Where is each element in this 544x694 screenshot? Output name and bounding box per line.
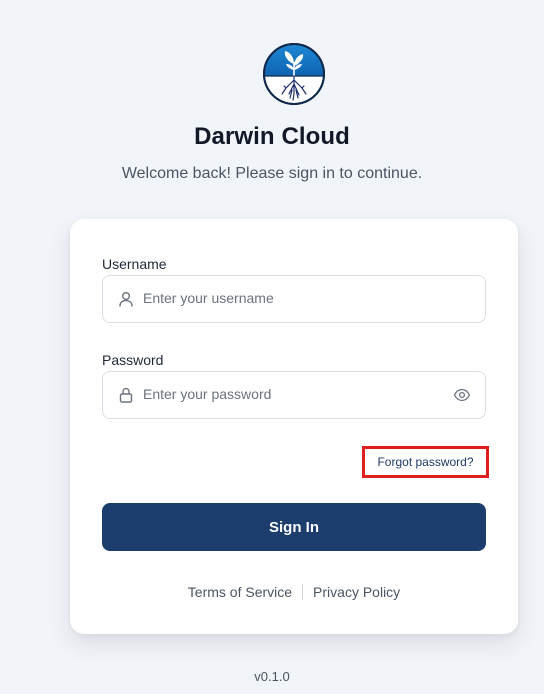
username-label: Username: [102, 256, 167, 272]
eye-icon[interactable]: [453, 387, 471, 403]
terms-of-service-link[interactable]: Terms of Service: [188, 584, 292, 600]
username-input[interactable]: [143, 276, 443, 320]
privacy-policy-link[interactable]: Privacy Policy: [313, 584, 400, 600]
user-icon: [119, 292, 133, 307]
welcome-subtitle: Welcome back! Please sign in to continue…: [121, 165, 423, 182]
password-input[interactable]: [143, 372, 443, 416]
version-label: v0.1.0: [254, 669, 290, 684]
forgot-password-link[interactable]: Forgot password?: [365, 455, 486, 469]
app-title: Darwin Cloud: [194, 123, 350, 150]
sign-in-button[interactable]: Sign In: [102, 503, 486, 551]
footer-links: Terms of Service Privacy Policy: [70, 584, 518, 600]
forgot-password-highlight: Forgot password?: [362, 446, 489, 478]
password-label: Password: [102, 352, 164, 368]
username-field[interactable]: [102, 275, 486, 323]
lock-icon: [119, 387, 133, 403]
footer-divider: [302, 584, 304, 600]
login-card: Username Password Forgot password? Sign …: [70, 219, 518, 634]
password-field[interactable]: [102, 371, 486, 419]
darwin-cloud-logo: [263, 43, 325, 105]
